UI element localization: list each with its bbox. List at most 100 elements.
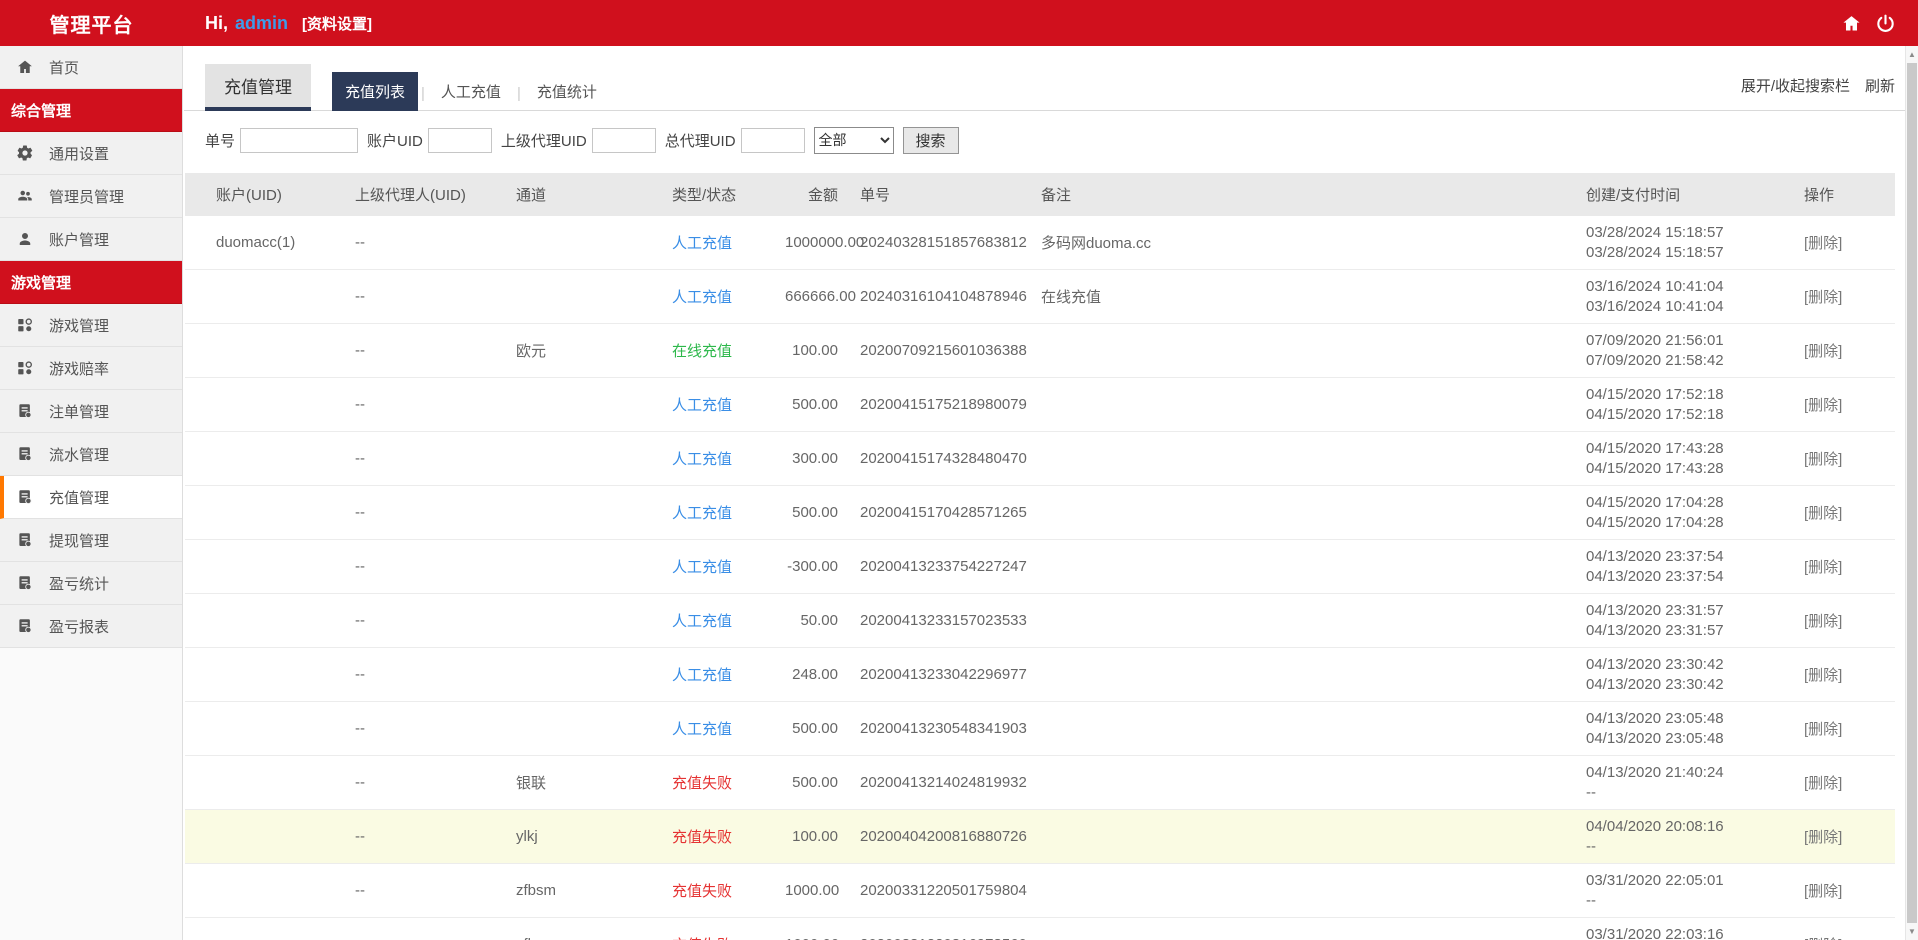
sidebar-item[interactable]: 注单管理 — [0, 390, 182, 433]
cell-remark — [1030, 432, 1575, 486]
profile-settings-link[interactable]: [资料设置] — [302, 13, 372, 34]
sidebar-item-label: 首页 — [49, 57, 79, 78]
delete-link[interactable]: [删除] — [1804, 397, 1842, 414]
cell-time: 04/13/2020 23:31:5704/13/2020 23:31:57 — [1575, 594, 1795, 648]
cell-amount: 248.00 — [785, 648, 850, 702]
cell-status: 人工充值 — [670, 378, 785, 432]
delete-link[interactable]: [删除] — [1804, 721, 1842, 738]
search-input[interactable] — [592, 128, 656, 153]
cell-time: 03/16/2024 10:41:0403/16/2024 10:41:04 — [1575, 270, 1795, 324]
user-icon — [16, 230, 34, 248]
tab-separator: | — [514, 76, 524, 111]
tab[interactable]: 人工充值 — [428, 72, 514, 111]
sidebar-item-label: 充值管理 — [49, 487, 109, 508]
sidebar-item[interactable]: 充值管理 — [0, 476, 182, 519]
cell-time: 04/13/2020 23:05:4804/13/2020 23:05:48 — [1575, 702, 1795, 756]
cell-remark: 在线充值 — [1030, 270, 1575, 324]
sidebar-item[interactable]: 账户管理 — [0, 218, 182, 261]
recharge-table-wrap: 账户(UID)上级代理人(UID)通道类型/状态金额单号备注创建/支付时间操作d… — [184, 173, 1905, 940]
cell-time: 03/28/2024 15:18:5703/28/2024 15:18:57 — [1575, 216, 1795, 270]
cell-status: 充值失败 — [670, 810, 785, 864]
delete-link[interactable]: [删除] — [1804, 343, 1842, 360]
sidebar-item[interactable]: 管理员管理 — [0, 175, 182, 218]
cell-order-no: 20200404200816880726 — [850, 810, 1030, 864]
search-button[interactable]: 搜索 — [903, 127, 959, 154]
sidebar-section: 综合管理 — [0, 89, 182, 132]
cell-account — [185, 756, 355, 810]
delete-link[interactable]: [删除] — [1804, 829, 1842, 846]
sidebar-item-label: 游戏赔率 — [49, 358, 109, 379]
power-icon[interactable] — [1875, 13, 1896, 34]
column-header: 操作 — [1795, 173, 1895, 216]
delete-link[interactable]: [删除] — [1804, 883, 1842, 900]
delete-link[interactable]: [删除] — [1804, 289, 1842, 306]
toolbar-links: 展开/收起搜索栏 刷新 — [1741, 75, 1895, 96]
cell-time: 03/31/2020 22:03:16-- — [1575, 918, 1795, 940]
scroll-up-arrow[interactable]: ▲ — [1906, 47, 1918, 62]
tab[interactable]: 充值统计 — [524, 72, 610, 111]
sidebar-item[interactable]: 通用设置 — [0, 132, 182, 175]
table-row: --ylkj充值失败100.002020040420081688072604/0… — [185, 810, 1895, 864]
cell-remark — [1030, 810, 1575, 864]
gear-icon — [16, 144, 34, 162]
status-filter-select[interactable]: 全部 — [814, 127, 894, 154]
sidebar-item[interactable]: 游戏管理 — [0, 304, 182, 347]
cell-channel — [515, 540, 670, 594]
scrollbar-thumb[interactable] — [1907, 63, 1917, 923]
status-text: 人工充值 — [672, 667, 732, 684]
sidebar-item-label: 通用设置 — [49, 143, 109, 164]
cell-channel — [515, 702, 670, 756]
home-icon[interactable] — [1841, 13, 1862, 34]
table-row: --人工充值248.002020041323304229697704/13/20… — [185, 648, 1895, 702]
search-input[interactable] — [428, 128, 492, 153]
tab[interactable]: 充值列表 — [332, 72, 418, 111]
sidebar-item[interactable]: 盈亏报表 — [0, 605, 182, 648]
sidebar-item[interactable]: 游戏赔率 — [0, 347, 182, 390]
delete-link[interactable]: [删除] — [1804, 613, 1842, 630]
cell-time: 04/15/2020 17:52:1804/15/2020 17:52:18 — [1575, 378, 1795, 432]
search-input[interactable] — [240, 128, 358, 153]
sidebar-item[interactable]: 盈亏统计 — [0, 562, 182, 605]
status-text: 人工充值 — [672, 289, 732, 306]
cell-account — [185, 810, 355, 864]
cell-status: 人工充值 — [670, 648, 785, 702]
cell-time: 04/13/2020 23:37:5404/13/2020 23:37:54 — [1575, 540, 1795, 594]
delete-link[interactable]: [删除] — [1804, 451, 1842, 468]
paid-time: 03/16/2024 10:41:04 — [1586, 297, 1795, 317]
cell-agent: -- — [355, 486, 515, 540]
main-content: 充值管理 充值列表|人工充值|充值统计 展开/收起搜索栏 刷新 单号账户UID上… — [184, 46, 1905, 940]
cell-account — [185, 378, 355, 432]
search-input[interactable] — [741, 128, 805, 153]
status-text: 充值失败 — [672, 775, 732, 792]
vertical-scrollbar[interactable]: ▲ ▼ — [1905, 46, 1918, 940]
sidebar-item[interactable]: 首页 — [0, 46, 182, 89]
cell-account — [185, 540, 355, 594]
cell-time: 04/13/2020 21:40:24-- — [1575, 756, 1795, 810]
column-header: 金额 — [785, 173, 850, 216]
ledger-icon — [16, 445, 34, 463]
delete-link[interactable]: [删除] — [1804, 667, 1842, 684]
sidebar-menu: 首页综合管理通用设置管理员管理账户管理游戏管理游戏管理游戏赔率注单管理流水管理充… — [0, 46, 183, 940]
cell-actions: [删除] — [1795, 594, 1895, 648]
ledger-icon — [16, 617, 34, 635]
cell-order-no: 20200331220316978560 — [850, 918, 1030, 940]
cell-agent: -- — [355, 594, 515, 648]
delete-link[interactable]: [删除] — [1804, 235, 1842, 252]
home-icon — [16, 58, 34, 76]
cell-account — [185, 648, 355, 702]
paid-time: 07/09/2020 21:58:42 — [1586, 351, 1795, 371]
cell-remark — [1030, 864, 1575, 918]
tab-bar: 充值列表|人工充值|充值统计 — [332, 72, 610, 111]
status-text: 人工充值 — [672, 505, 732, 522]
refresh-link[interactable]: 刷新 — [1865, 75, 1895, 96]
sidebar-item-label: 游戏管理 — [49, 315, 109, 336]
delete-link[interactable]: [删除] — [1804, 775, 1842, 792]
cell-actions: [删除] — [1795, 324, 1895, 378]
scroll-down-arrow[interactable]: ▼ — [1906, 924, 1918, 939]
toggle-search-link[interactable]: 展开/收起搜索栏 — [1741, 75, 1850, 96]
sidebar-item[interactable]: 流水管理 — [0, 433, 182, 476]
sidebar-item[interactable]: 提现管理 — [0, 519, 182, 562]
delete-link[interactable]: [删除] — [1804, 559, 1842, 576]
delete-link[interactable]: [删除] — [1804, 505, 1842, 522]
cell-channel: 欧元 — [515, 324, 670, 378]
